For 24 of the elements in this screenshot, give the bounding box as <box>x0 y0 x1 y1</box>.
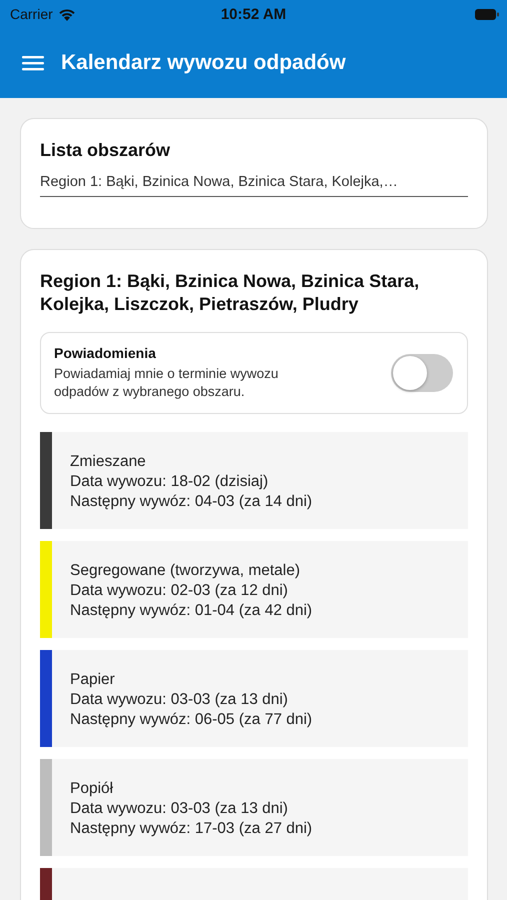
area-picker[interactable]: Region 1: Bąki, Bzinica Nowa, Bzinica Stara, Kolejka,… <box>40 170 468 197</box>
waste-name: Segregowane (tworzywa, metale) <box>70 561 302 581</box>
area-list-title: Lista obszarów <box>40 139 172 162</box>
next-pickup: Następny wywóz: 06-05 (za 77 dni) <box>70 710 314 730</box>
waste-name: Popiół <box>70 779 114 799</box>
pickup-date: Data wywozu: 03-03 (za 13 dni) <box>70 690 289 710</box>
region-title: Region 1: Bąki, Bzinica Nowa, Bzinica Stara, Kolejka, Liszczok, Pietraszów, Pludry <box>40 270 420 316</box>
waste-name: Zmieszane <box>70 452 147 472</box>
waste-name: Papier <box>70 670 116 690</box>
app-title: Kalendarz wywozu odpadów <box>61 51 346 75</box>
wifi-icon <box>58 8 76 20</box>
pickup-date: Data wywozu: 02-03 (za 12 dni) <box>70 581 289 601</box>
status-time: 10:52 AM <box>220 6 286 22</box>
menu-icon[interactable] <box>22 55 44 71</box>
notification-title: Powiadomienia <box>54 345 157 361</box>
notification-description: Powiadamiaj mnie o terminie wywozu odpadów z wybranego obszaru. <box>54 365 280 401</box>
battery-icon <box>475 8 499 20</box>
next-pickup: Następny wywóz: 01-04 (za 42 dni) <box>70 601 314 621</box>
pickup-date: Data wywozu: 18-02 (dzisiaj) <box>70 472 270 492</box>
next-pickup: Następny wywóz: 17-03 (za 27 dni) <box>70 819 314 839</box>
pickup-date: Data wywozu: 03-03 (za 13 dni) <box>70 799 289 819</box>
carrier-label: Carrier <box>10 6 53 22</box>
notification-toggle[interactable] <box>391 354 453 392</box>
next-pickup: Następny wywóz: 04-03 (za 14 dni) <box>70 492 314 512</box>
